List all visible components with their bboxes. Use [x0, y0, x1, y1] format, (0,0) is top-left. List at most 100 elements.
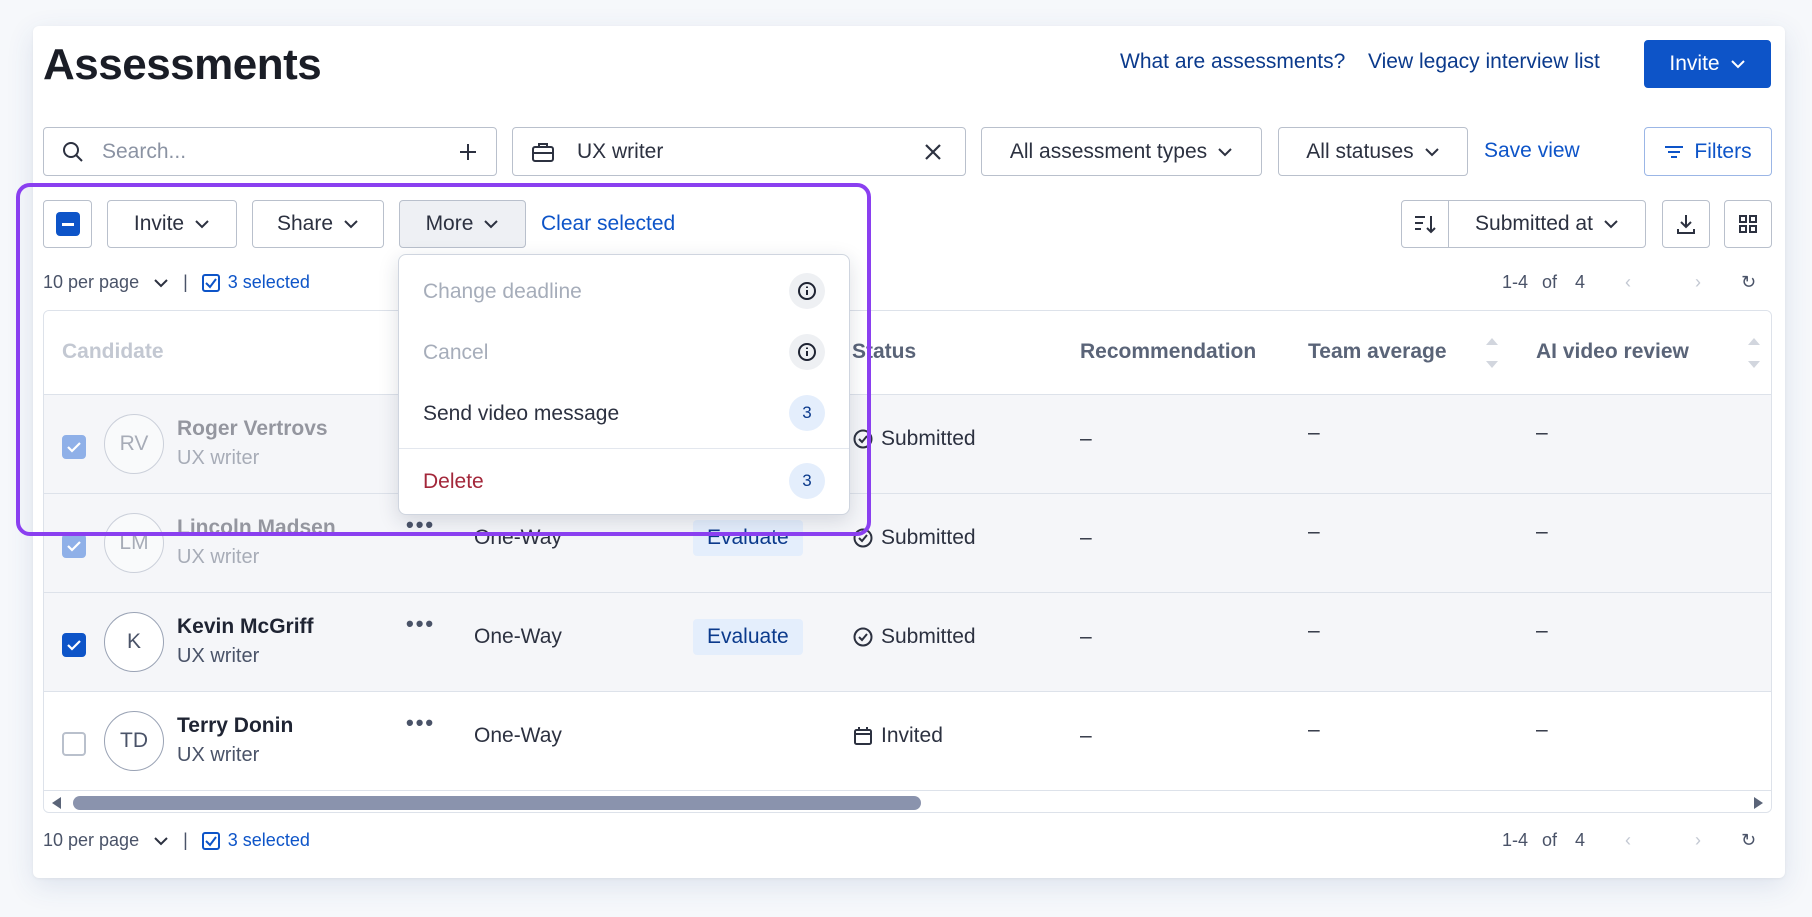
menu-item-change-deadline[interactable]: Change deadline: [423, 280, 582, 304]
table-row[interactable]: LM Lincoln Madsen UX writer ••• One-Way …: [44, 494, 1771, 593]
avatar: K: [104, 612, 164, 672]
close-icon[interactable]: [923, 142, 943, 162]
plus-icon[interactable]: [458, 142, 478, 162]
table-row[interactable]: RV Roger Vertrovs UX writer Submitted – …: [44, 395, 1771, 494]
assessment-types-label: All assessment types: [1009, 139, 1208, 163]
what-are-assessments-link[interactable]: What are assessments?: [1120, 50, 1345, 74]
download-icon: [1677, 215, 1695, 234]
scroll-left-icon[interactable]: [52, 797, 61, 809]
table-row[interactable]: K Kevin McGriff UX writer ••• One-Way Ev…: [44, 593, 1771, 692]
evaluate-button[interactable]: Evaluate: [693, 520, 803, 556]
more-button[interactable]: More: [399, 200, 526, 248]
menu-item-send-video-message[interactable]: Send video message: [423, 402, 619, 426]
team-average-cell: –: [1308, 520, 1320, 543]
per-page-label[interactable]: 10 per page: [43, 830, 139, 851]
share-button[interactable]: Share: [252, 200, 384, 248]
row-actions-icon[interactable]: •••: [406, 710, 435, 736]
candidate-name[interactable]: Kevin McGriff: [177, 615, 314, 639]
selected-count[interactable]: 3 selected: [228, 830, 310, 851]
clear-selected-link[interactable]: Clear selected: [541, 212, 675, 236]
search-input[interactable]: Search...: [102, 140, 458, 164]
assessments-table: Candidate Status Recommendation Team ave…: [43, 310, 1772, 813]
row-checkbox[interactable]: [62, 732, 86, 756]
type-cell: One-Way: [474, 625, 562, 648]
prev-page-icon[interactable]: ‹: [1625, 830, 1631, 851]
chevron-down-icon: [1424, 147, 1439, 156]
row-checkbox[interactable]: [62, 534, 86, 558]
save-view-link[interactable]: Save view: [1484, 139, 1580, 163]
bulk-invite-button[interactable]: Invite: [107, 200, 237, 248]
refresh-icon[interactable]: ↻: [1741, 830, 1756, 851]
filter-icon: [1665, 145, 1684, 158]
chevron-down-icon: [1730, 60, 1745, 69]
assessment-types-dropdown[interactable]: All assessment types: [981, 127, 1262, 176]
col-recommendation[interactable]: Recommendation: [1080, 340, 1256, 364]
sort-field-dropdown[interactable]: Submitted at: [1448, 200, 1646, 248]
sort-toggle-icon[interactable]: [1747, 336, 1761, 370]
menu-item-delete[interactable]: Delete: [423, 470, 484, 494]
prev-page-icon[interactable]: ‹: [1625, 272, 1631, 293]
col-ai-review[interactable]: AI video review: [1536, 340, 1689, 364]
chevron-down-icon: [484, 220, 499, 229]
page-of: of: [1542, 830, 1558, 850]
refresh-icon[interactable]: ↻: [1741, 272, 1756, 293]
chevron-down-icon[interactable]: [153, 278, 169, 288]
chevron-down-icon: [1604, 220, 1618, 229]
avatar: LM: [104, 513, 164, 573]
selected-count[interactable]: 3 selected: [228, 272, 310, 293]
count-badge: 3: [789, 463, 825, 499]
invite-primary-button[interactable]: Invite: [1644, 40, 1771, 88]
row-checkbox[interactable]: [62, 435, 86, 459]
col-candidate[interactable]: Candidate: [62, 340, 164, 364]
next-page-icon[interactable]: ›: [1695, 830, 1701, 851]
scroll-right-icon[interactable]: [1754, 797, 1763, 809]
status-cell: Submitted: [853, 427, 976, 451]
menu-item-cancel[interactable]: Cancel: [423, 341, 488, 365]
candidate-role: UX writer: [177, 447, 260, 469]
sort-toggle-icon[interactable]: [1485, 336, 1499, 370]
search-icon: [63, 141, 83, 162]
chevron-down-icon[interactable]: [153, 836, 169, 846]
row-actions-icon[interactable]: •••: [406, 512, 435, 538]
grid-icon: [1739, 215, 1757, 233]
statuses-dropdown[interactable]: All statuses: [1278, 127, 1468, 176]
check-circle-icon: [853, 528, 873, 548]
avatar: RV: [104, 414, 164, 474]
scroll-thumb[interactable]: [73, 796, 921, 810]
next-page-icon[interactable]: ›: [1695, 272, 1701, 293]
job-filter-field[interactable]: UX writer: [512, 127, 966, 176]
table-header: Candidate Status Recommendation Team ave…: [44, 311, 1771, 395]
recommendation-cell: –: [1080, 526, 1092, 549]
col-team-average[interactable]: Team average: [1308, 340, 1447, 364]
search-field[interactable]: Search...: [43, 127, 497, 176]
info-icon[interactable]: [789, 334, 825, 370]
horizontal-scrollbar[interactable]: [44, 791, 1771, 812]
menu-divider: [399, 448, 849, 449]
candidate-role: UX writer: [177, 546, 260, 568]
ai-review-cell: –: [1536, 520, 1548, 543]
grid-view-button[interactable]: [1724, 200, 1772, 248]
sort-icon: [1415, 216, 1436, 234]
type-cell: One-Way: [474, 526, 562, 549]
candidate-name[interactable]: Terry Donin: [177, 714, 293, 738]
view-legacy-link[interactable]: View legacy interview list: [1368, 50, 1600, 74]
row-actions-icon[interactable]: •••: [406, 611, 435, 637]
table-row[interactable]: TD Terry Donin UX writer ••• One-Way Inv…: [44, 692, 1771, 791]
candidate-name[interactable]: Lincoln Madsen: [177, 516, 336, 540]
status-label: Invited: [881, 724, 943, 747]
row-checkbox[interactable]: [62, 633, 86, 657]
checkbox-checked-icon: [201, 831, 220, 850]
info-icon[interactable]: [789, 273, 825, 309]
filters-button[interactable]: Filters: [1644, 127, 1772, 176]
chevron-down-icon: [195, 220, 209, 229]
per-page-label[interactable]: 10 per page: [43, 272, 139, 293]
evaluate-button[interactable]: Evaluate: [693, 619, 803, 655]
chevron-down-icon: [1218, 147, 1232, 156]
candidate-name[interactable]: Roger Vertrovs: [177, 417, 328, 441]
col-status[interactable]: Status: [852, 340, 916, 364]
sort-direction-button[interactable]: [1401, 200, 1449, 248]
download-button[interactable]: [1662, 200, 1710, 248]
select-all-checkbox[interactable]: [43, 200, 92, 248]
status-label: Submitted: [881, 427, 976, 450]
bulk-invite-label: Invite: [133, 212, 185, 235]
